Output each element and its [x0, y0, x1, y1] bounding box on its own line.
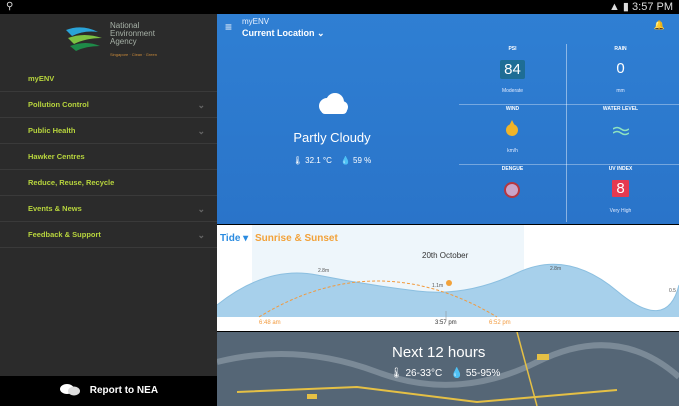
metrics-grid: PSI 84 Moderate RAIN 0 mm WIND km/h WATE… [459, 44, 679, 224]
dengue-card[interactable]: DENGUE [459, 164, 566, 224]
chevron-down-icon: ⌄ [197, 204, 205, 214]
tide-label: 0.5 [669, 288, 676, 294]
logo-tagline: Singapore · Clean · Green [110, 52, 157, 57]
status-time: 3:57 PM [632, 1, 673, 13]
chat-bubbles-icon [59, 384, 80, 396]
app-title: myENV [242, 17, 270, 26]
menu-item-hawker-centres[interactable]: Hawker Centres [0, 144, 217, 170]
thermometer-icon: 🌡 [390, 368, 403, 379]
menu-item-public-health[interactable]: Public Health ⌄ [0, 118, 217, 144]
chevron-down-icon: ⌄ [197, 126, 205, 136]
menu-item-reduce-reuse-recycle[interactable]: Reduce, Reuse, Recycle [0, 170, 217, 196]
sunset-time: 6:52 pm [489, 320, 511, 326]
logo-text: National Environment Agency [110, 21, 155, 46]
main-content: ≡ myENV Current Location ⌄ 🔔 Partly Clou… [217, 14, 679, 406]
location-pin-icon: ⚲ [6, 1, 14, 12]
tab-sunrise-sunset[interactable]: Sunrise & Sunset [255, 233, 338, 244]
tide-tabs: Tide ▾ Sunrise & Sunset [217, 233, 338, 244]
droplet-icon: 💧 [450, 368, 464, 379]
uv-value: 8 [612, 180, 629, 197]
forecast-temp: 26-33°C [405, 368, 443, 379]
app-bar: ≡ myENV Current Location ⌄ 🔔 [217, 14, 679, 44]
forecast-map[interactable]: Next 12 hours 🌡 26-33°C 💧 55-95% [217, 332, 679, 406]
forecast-title: Next 12 hours [392, 344, 486, 361]
weather-hero: ≡ myENV Current Location ⌄ 🔔 Partly Clou… [217, 14, 679, 224]
tide-sun-panel: Tide ▾ Sunrise & Sunset 20th October 2.8… [217, 225, 679, 331]
tide-date: 20th October [422, 251, 469, 260]
menu-item-myenv[interactable]: myENV [0, 66, 217, 92]
chevron-down-icon: ⌄ [197, 100, 205, 110]
current-time: 3:57 pm [435, 320, 457, 326]
thermometer-icon: 🌡 [292, 156, 303, 165]
wind-card[interactable]: WIND km/h [459, 104, 566, 164]
rain-card[interactable]: RAIN 0 mm [567, 44, 674, 104]
droplet-icon: 💧 [340, 156, 351, 165]
menu-icon[interactable]: ≡ [225, 20, 232, 34]
location-selector[interactable]: Current Location ⌄ [242, 28, 325, 39]
navigation-drawer: National Environment Agency Singapore · … [0, 14, 217, 406]
psi-value: 84 [500, 60, 525, 79]
dengue-indicator-icon [504, 182, 520, 198]
uv-index-card[interactable]: UV INDEX 8 Very High [567, 164, 674, 224]
chevron-down-icon: ⌄ [197, 230, 205, 240]
water-level-card[interactable]: WATER LEVEL [567, 104, 674, 164]
bell-icon[interactable]: 🔔 [654, 20, 665, 31]
temp-humidity: 🌡 32.1 °C 💧 59 % [257, 156, 407, 165]
tide-label: 1.1m [432, 283, 444, 289]
sunrise-time: 6:48 am [259, 320, 281, 326]
battery-icon: ▮ [622, 1, 629, 13]
psi-card[interactable]: PSI 84 Moderate [459, 44, 566, 104]
menu-item-events-news[interactable]: Events & News ⌄ [0, 196, 217, 222]
cloud-icon [319, 93, 348, 114]
wind-gauge-icon [506, 120, 518, 136]
chevron-down-icon: ⌄ [317, 28, 325, 38]
tab-tide[interactable]: Tide ▾ [220, 233, 248, 244]
forecast-humidity: 55-95% [465, 368, 501, 379]
status-bar: ⚲ ▲ ▮ 3:57 PM [0, 0, 679, 14]
nea-logo-icon [66, 27, 102, 51]
humidity-value: 59 % [353, 156, 372, 165]
report-to-nea-button[interactable]: Report to NEA [0, 376, 217, 406]
tide-label: 2.8m [318, 268, 330, 274]
weather-condition: Partly Cloudy [293, 130, 371, 145]
nea-logo: National Environment Agency Singapore · … [0, 14, 217, 64]
tide-label: 2.8m [550, 266, 562, 272]
menu-item-feedback-support[interactable]: Feedback & Support ⌄ [0, 222, 217, 248]
water-waves-icon [613, 126, 629, 136]
menu-item-pollution-control[interactable]: Pollution Control ⌄ [0, 92, 217, 118]
forecast-ranges: 🌡 26-33°C 💧 55-95% [390, 368, 500, 379]
wifi-icon: ▲ [608, 1, 620, 13]
temperature-value: 32.1 °C [305, 156, 332, 165]
status-right: ▲ ▮ 3:57 PM [609, 0, 673, 13]
rain-value: 0 [616, 60, 625, 77]
